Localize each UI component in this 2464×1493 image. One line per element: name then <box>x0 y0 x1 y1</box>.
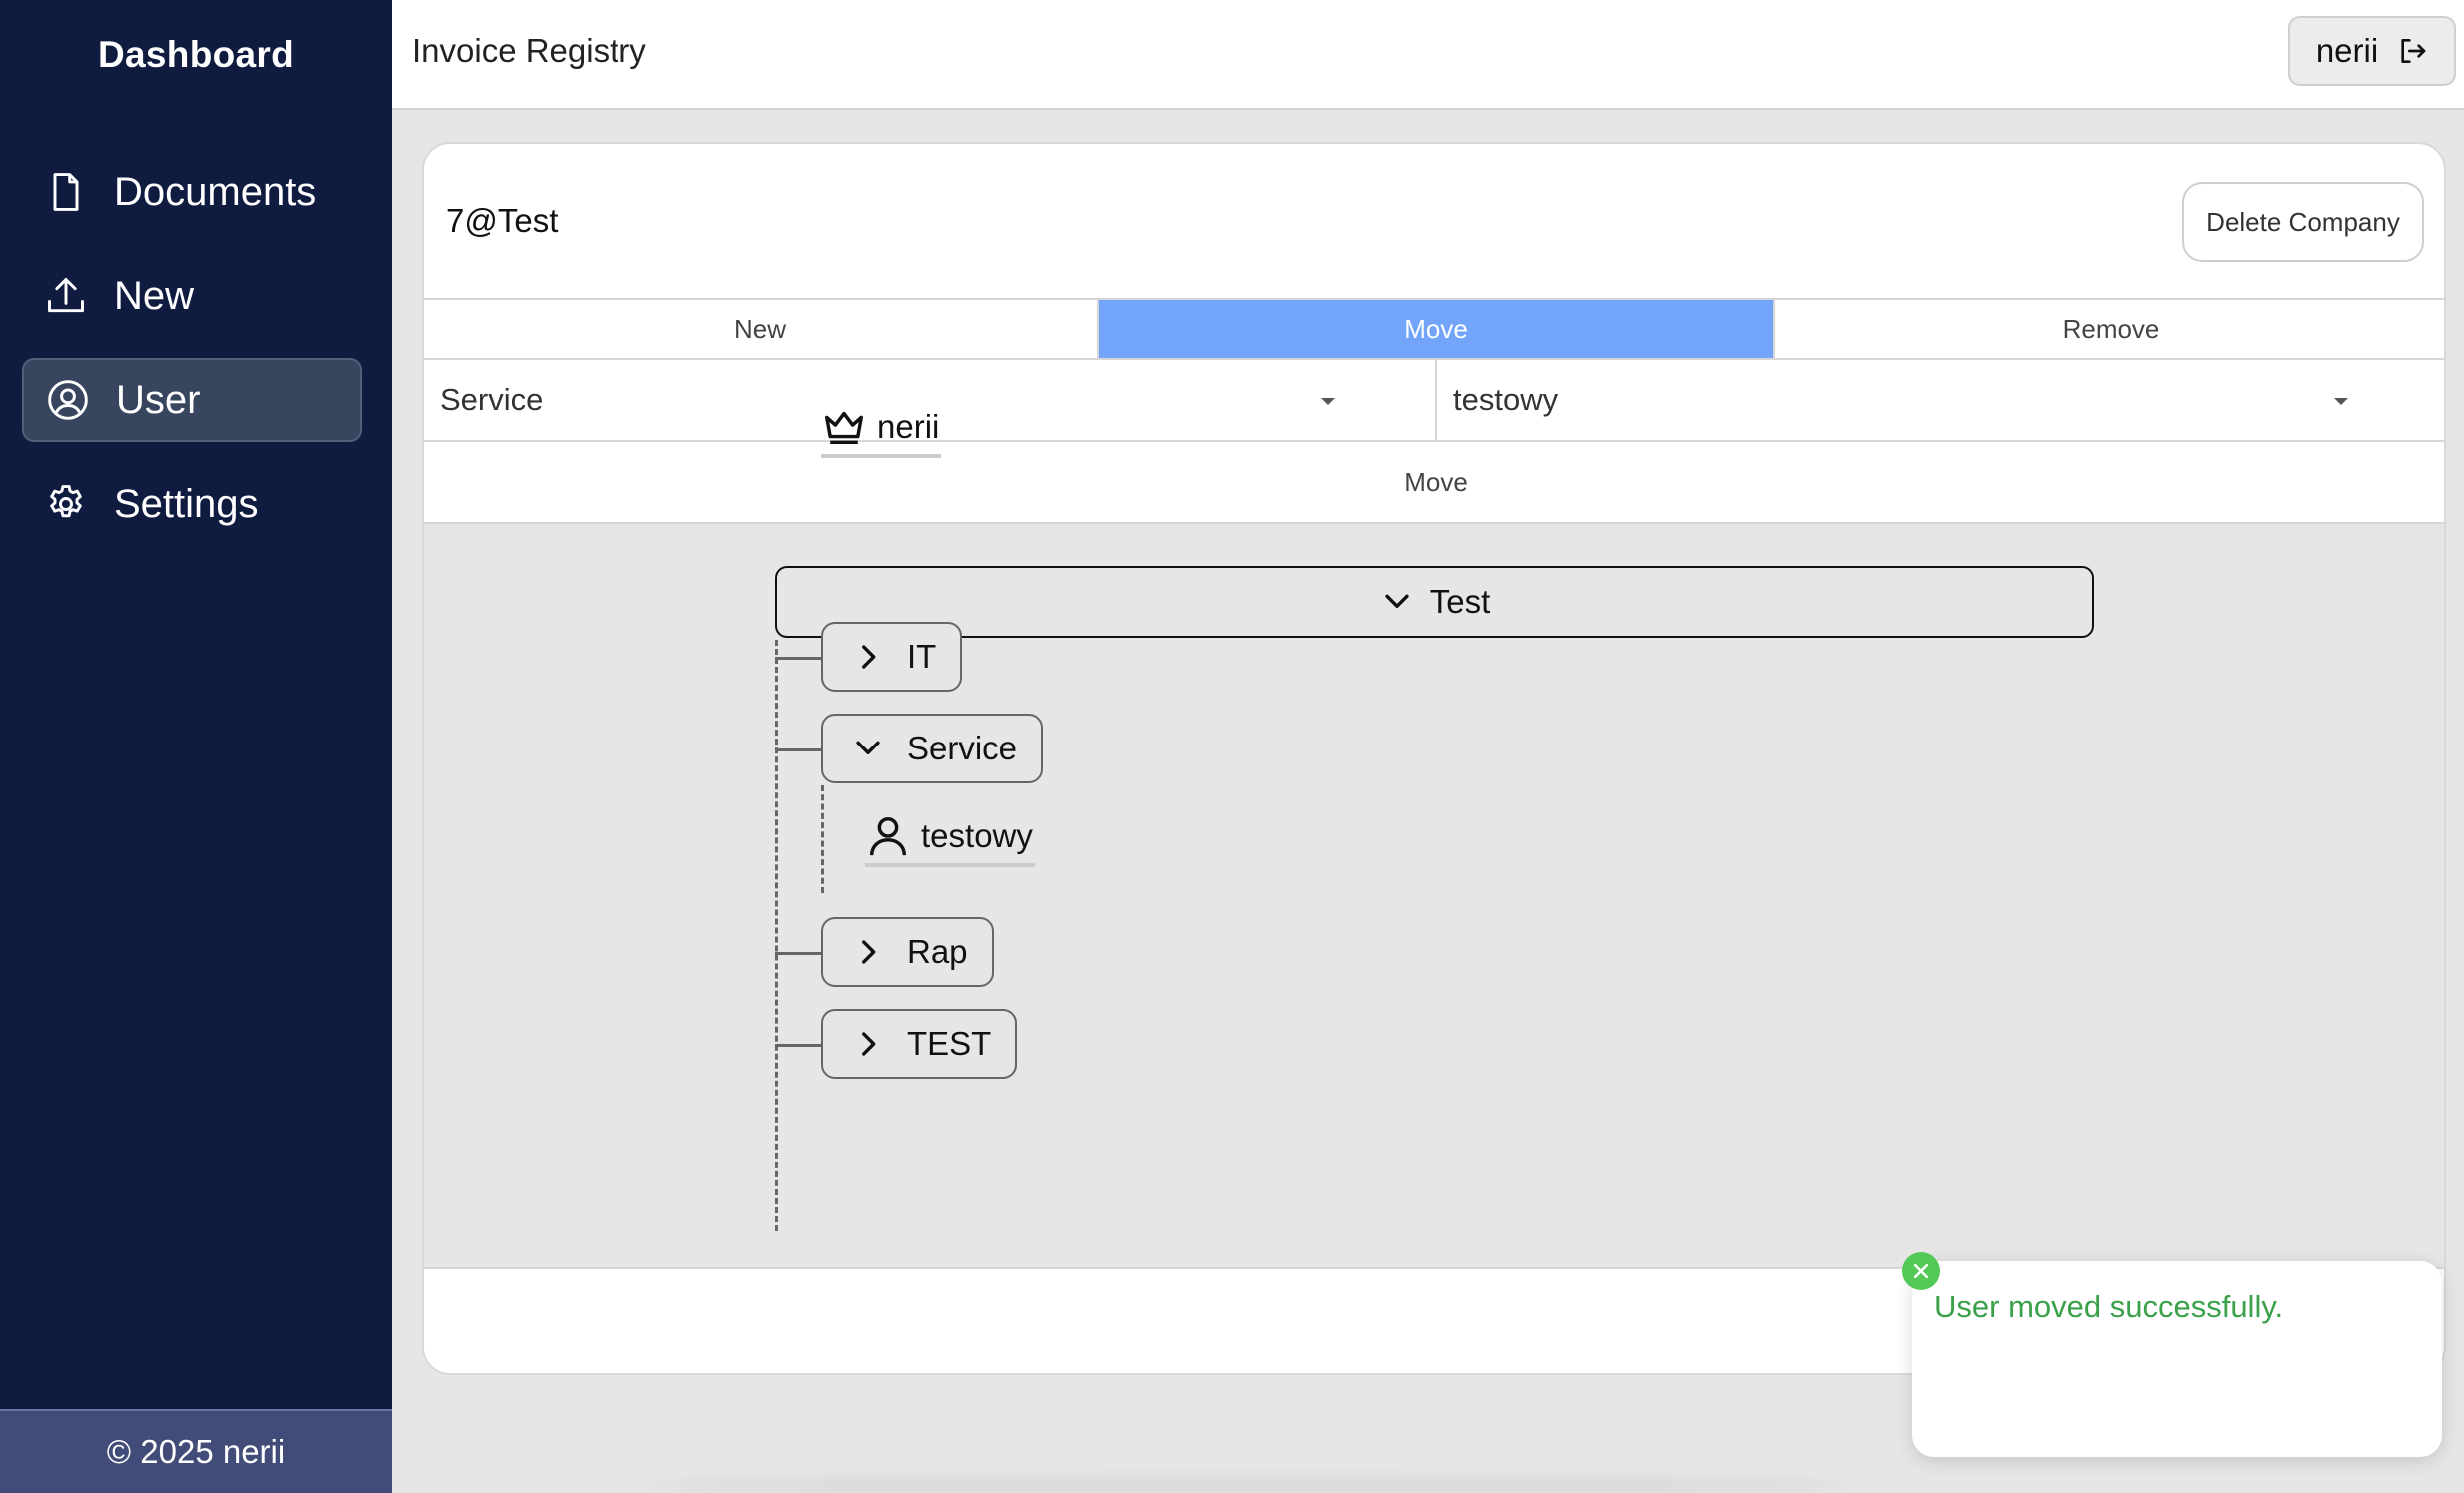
tree-root-node[interactable]: Test <box>775 566 2094 638</box>
tab-remove[interactable]: Remove <box>1775 300 2444 358</box>
chevron-right-icon <box>862 1032 876 1056</box>
group-label: Service <box>907 730 1018 766</box>
action-tabs: New Move Remove <box>424 298 2444 360</box>
crown-icon <box>825 411 863 445</box>
delete-company-button[interactable]: Delete Company <box>2182 182 2424 262</box>
tree-connector <box>775 1044 821 1047</box>
move-submit-button[interactable]: Move <box>424 442 2444 524</box>
logout-icon <box>2401 39 2426 63</box>
dropdown-caret-icon <box>2334 398 2348 405</box>
company-card: 7@Test Delete Company New Move Remove Se… <box>422 142 2446 1375</box>
group-select-value: Service <box>440 382 544 417</box>
sidebar-item-label: User <box>116 377 201 422</box>
move-form-selects: Service testowy <box>424 360 2444 442</box>
document-icon <box>53 173 79 211</box>
close-icon <box>1913 1263 1929 1279</box>
company-name: 7@Test <box>446 202 559 239</box>
gear-icon <box>50 485 82 518</box>
sidebar-item-settings[interactable]: Settings <box>22 462 362 546</box>
bottom-shadow <box>649 1477 1848 1493</box>
chevron-down-icon <box>1385 594 1409 608</box>
upload-icon <box>48 278 84 313</box>
sidebar-item-user[interactable]: User <box>22 358 362 442</box>
tree-group-it[interactable]: IT <box>821 622 963 692</box>
tree-connector <box>775 952 821 955</box>
brand-title: Dashboard <box>98 34 294 75</box>
tree-connector <box>775 748 821 751</box>
page-title: Invoice Registry <box>412 32 646 69</box>
owner-name: nerii <box>877 408 940 445</box>
tree-group-test[interactable]: TEST <box>821 1009 1018 1079</box>
sidebar-footer: © 2025 nerii <box>0 1409 392 1493</box>
toast-message: User moved successfully. <box>1934 1289 2284 1324</box>
username-label: nerii <box>2315 32 2379 69</box>
tree-connector <box>775 640 778 1231</box>
tree-root-label: Test <box>1429 583 1491 620</box>
org-tree: Test nerii IT Service testowy Rap TEST <box>424 408 2444 1269</box>
dropdown-caret-icon <box>1321 398 1335 405</box>
user-select[interactable]: testowy <box>1437 360 2444 440</box>
user-select-value: testowy <box>1453 382 1559 417</box>
sidebar-item-label: New <box>114 273 195 318</box>
tab-move[interactable]: Move <box>1099 300 1775 358</box>
chevron-right-icon <box>862 645 876 669</box>
tree-group-service[interactable]: Service <box>821 714 1044 783</box>
sidebar-item-new[interactable]: New <box>22 254 362 338</box>
group-label: IT <box>907 638 937 675</box>
tree-connector <box>821 785 824 893</box>
sidebar-item-documents[interactable]: Documents <box>22 150 362 234</box>
group-label: Rap <box>907 933 968 970</box>
tree-member: testowy <box>865 809 1035 867</box>
success-toast: User moved successfully. <box>1912 1261 2442 1457</box>
tree-connector <box>775 657 821 660</box>
sidebar-item-label: Documents <box>114 169 317 214</box>
member-name: testowy <box>921 817 1033 854</box>
chevron-right-icon <box>862 940 876 964</box>
user-icon <box>869 817 907 856</box>
group-label: TEST <box>907 1025 992 1062</box>
tree-group-rap[interactable]: Rap <box>821 917 994 987</box>
sidebar: Dashboard Documents New User Settings © … <box>0 0 392 1493</box>
chevron-down-icon <box>856 741 880 754</box>
sidebar-item-label: Settings <box>114 481 259 526</box>
tree-owner: nerii <box>821 400 942 458</box>
tab-new[interactable]: New <box>424 300 1099 358</box>
top-header: Invoice Registry nerii <box>392 0 2464 110</box>
user-circle-icon <box>48 380 88 420</box>
toast-close-button[interactable] <box>1902 1252 1940 1290</box>
user-logout-button[interactable]: nerii <box>2288 16 2456 86</box>
